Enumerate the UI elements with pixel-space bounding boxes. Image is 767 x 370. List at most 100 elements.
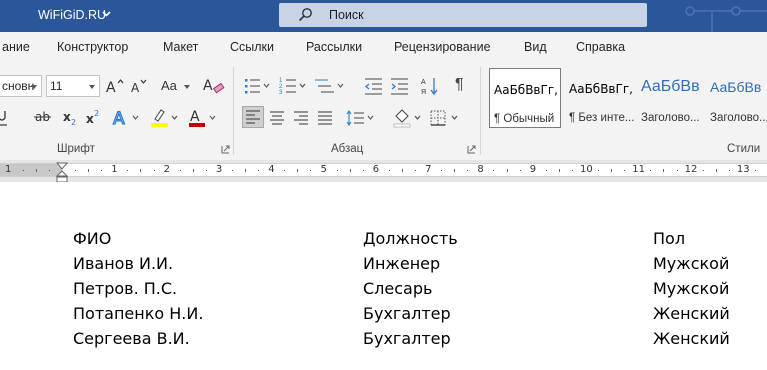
ruler-tick <box>231 170 233 171</box>
ruler-tick <box>702 170 704 171</box>
subscript-icon[interactable]: x 2 <box>62 107 78 129</box>
style-heading-1[interactable]: АаБбВв Заголово... <box>637 68 705 128</box>
font-name-value: сновн <box>2 79 35 93</box>
svg-text:3: 3 <box>279 90 283 96</box>
sort-icon[interactable]: AЯ <box>420 75 440 97</box>
ruler-tick <box>754 170 756 171</box>
search-box[interactable]: Поиск <box>279 3 647 27</box>
document-title[interactable]: WiFiGiD.RU <box>38 8 106 22</box>
show-marks-icon[interactable]: ¶ <box>455 76 464 98</box>
decrease-indent-icon[interactable] <box>364 75 384 97</box>
clear-formatting-icon[interactable]: A <box>202 75 226 97</box>
table-cell: Бухгалтер <box>363 304 451 323</box>
tab-view[interactable]: Вид <box>524 40 547 54</box>
numbering-icon[interactable]: 123 <box>279 75 309 97</box>
group-label-paragraph: Абзац <box>331 143 364 155</box>
font-color-icon[interactable]: A <box>188 107 220 129</box>
ruler-tick <box>297 169 299 172</box>
superscript-icon[interactable]: x 2 <box>85 107 101 129</box>
ruler-tick <box>728 170 730 171</box>
search-icon <box>298 8 312 22</box>
group-label-font: Шрифт <box>57 143 95 155</box>
tab-review[interactable]: Рецензирование <box>394 40 491 54</box>
ruler-tick <box>336 170 338 171</box>
ruler-tick <box>545 170 547 171</box>
svg-text:x: x <box>86 112 94 126</box>
font-dialog-launcher-icon[interactable] <box>221 145 230 154</box>
tab-mailings[interactable]: Рассылки <box>306 40 362 54</box>
table-cell: Сергеева В.И. <box>73 329 190 348</box>
ribbon-tabs: ание Конструктор Макет Ссылки Рассылки Р… <box>0 32 767 63</box>
style-sample: АаБбВв <box>641 78 700 95</box>
tab-design[interactable]: Конструктор <box>57 40 128 54</box>
ruler-tick <box>493 170 495 171</box>
ruler-tick <box>506 169 508 172</box>
tab-help[interactable]: Справка <box>576 40 625 54</box>
table-cell: Иванов И.И. <box>73 254 174 273</box>
ruler-tick <box>441 170 443 171</box>
underline-icon[interactable] <box>0 107 10 129</box>
ruler: 1 1 2 3 4 5 6 7 8 9 10 11 12 13 <box>0 160 767 182</box>
increase-indent-icon[interactable] <box>390 75 410 97</box>
change-case-button[interactable]: Aa <box>160 76 190 98</box>
shrink-font-icon[interactable]: A <box>130 76 152 98</box>
style-no-spacing[interactable]: АаБбВвГг, ¶ Без инте... <box>565 68 637 128</box>
font-size-combo[interactable]: 11 <box>46 75 100 97</box>
ruler-number: 8 <box>477 164 484 175</box>
justify-icon[interactable] <box>315 107 335 129</box>
style-sample: АаБбВвГг, <box>569 82 633 96</box>
ruler-tick <box>715 169 717 172</box>
shading-icon[interactable] <box>392 107 424 129</box>
search-placeholder: Поиск <box>329 8 364 22</box>
style-sample: АаБбВвГг, <box>494 83 558 97</box>
chevron-down-icon[interactable] <box>102 11 111 17</box>
paragraph-dialog-launcher-icon[interactable] <box>467 145 476 154</box>
ruler-number: 9 <box>529 164 537 175</box>
borders-icon[interactable] <box>428 107 462 129</box>
text-effects-icon[interactable]: A <box>112 107 142 129</box>
bullets-icon[interactable] <box>243 75 273 97</box>
ruler-tick <box>611 169 613 172</box>
ruler-tick <box>179 170 181 171</box>
ruler-tick <box>88 169 90 172</box>
highlight-icon[interactable] <box>150 107 182 129</box>
ruler-number: 2 <box>163 164 170 175</box>
font-name-combo[interactable]: сновн <box>0 75 42 97</box>
style-name: ¶ Обычный <box>494 113 555 125</box>
tab-layout[interactable]: Макет <box>163 40 198 54</box>
style-normal[interactable]: АаБбВвГг, ¶ Обычный <box>489 68 561 128</box>
align-center-icon[interactable] <box>267 107 287 129</box>
tab-references[interactable]: Ссылки <box>230 40 274 54</box>
align-left-icon <box>246 110 260 124</box>
strikethrough-icon[interactable]: ab <box>34 107 52 129</box>
table-header-cell: ФИО <box>73 229 112 248</box>
ruler-tick <box>624 170 626 171</box>
ruler-tick <box>663 169 665 172</box>
multilevel-list-icon[interactable] <box>313 75 347 97</box>
table-cell: Потапенко Н.И. <box>73 304 204 323</box>
ruler-tick <box>467 170 469 171</box>
table-cell: Женский <box>653 304 730 323</box>
ribbon: сновн 11 A A Aa A ab x 2 x 2 A A Шрифт 1… <box>0 63 767 160</box>
ruler-tick <box>35 169 37 172</box>
indent-marker-icon[interactable] <box>56 160 68 184</box>
style-name: Заголово... <box>710 112 767 124</box>
line-spacing-icon[interactable] <box>344 107 376 129</box>
separator <box>480 67 481 155</box>
title-bar: WiFiGiD.RU Поиск <box>0 0 767 32</box>
tab-insert[interactable]: ание <box>2 40 30 54</box>
svg-text:A: A <box>113 109 125 129</box>
table-header-cell: Должность <box>363 229 458 248</box>
align-left-button[interactable] <box>242 106 264 128</box>
ruler-number: 12 <box>684 164 698 175</box>
document-page[interactable]: ФИО Должность Пол Иванов И.И. Инженер Мужской… <box>0 182 767 370</box>
horizontal-ruler[interactable]: 1 1 2 3 4 5 6 7 8 9 10 11 12 13 <box>0 163 767 177</box>
svg-text:A: A <box>190 109 200 125</box>
ruler-number: 11 <box>632 164 646 175</box>
style-heading-2[interactable]: АаБбВв Заголово... <box>706 68 767 128</box>
align-right-icon[interactable] <box>291 107 311 129</box>
ruler-tick <box>75 170 77 171</box>
grow-font-icon[interactable]: A <box>105 76 127 98</box>
ruler-tick <box>519 170 521 171</box>
ruler-number: 1 <box>111 164 118 175</box>
